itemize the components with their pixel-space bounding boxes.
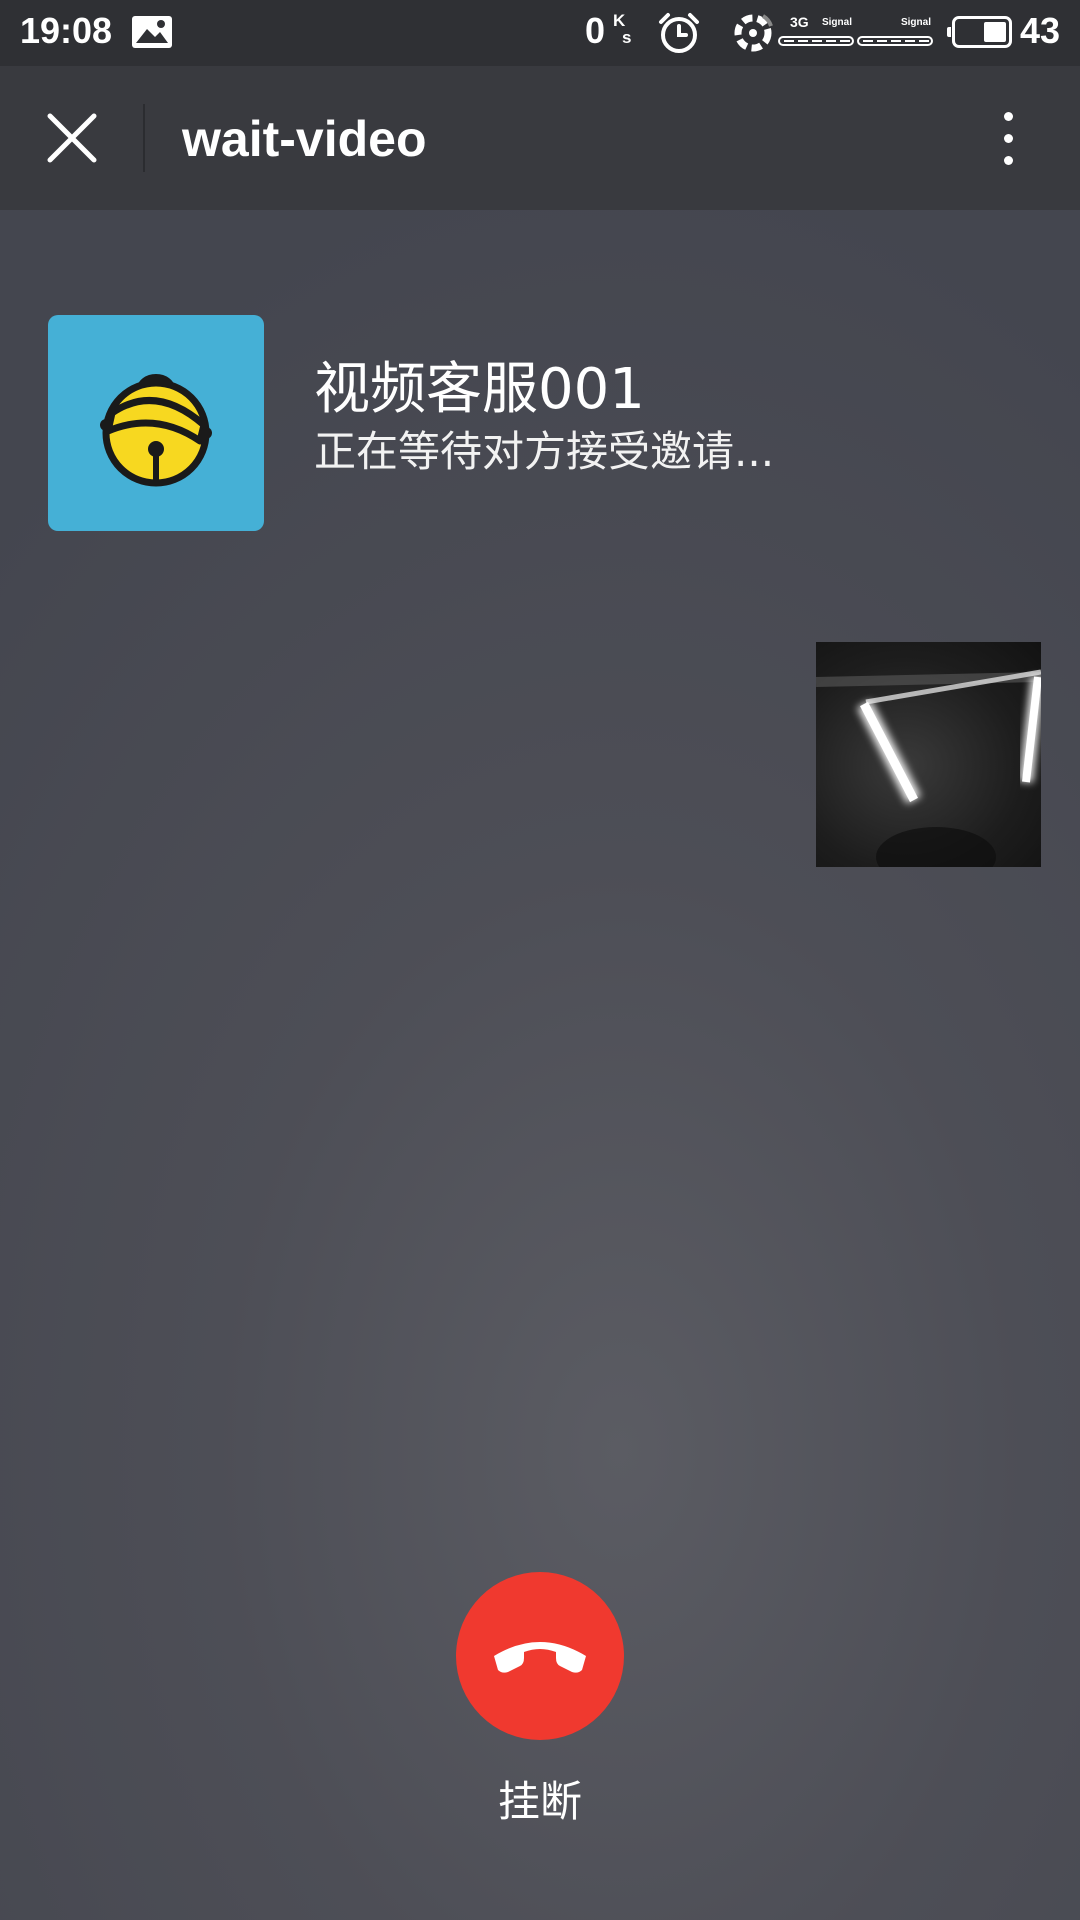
signal-icon-sim2: Signal [857,12,933,46]
status-time: 19:08 [20,10,113,51]
caller-avatar [48,315,264,531]
video-call-screen: 19:08 0 K s 3G Signal Signal 43 wait-vid… [0,0,1080,1920]
page-title: wait-video [182,111,427,167]
wifi-icon [733,13,773,53]
close-button[interactable] [36,96,108,180]
title-divider [143,104,145,172]
local-video-preview[interactable] [816,642,1041,867]
battery-level: 43 [1020,10,1061,51]
net-speed-value: 0 [585,10,606,51]
call-status-text: 正在等待对方接受邀请... [314,427,775,476]
caller-name: 视频客服001 [314,357,645,422]
bell-icon [100,374,212,487]
title-bar: wait-video [0,66,1080,210]
more-options-button[interactable] [984,102,1032,174]
gallery-icon [131,15,173,49]
close-icon [47,113,97,163]
camera-feed-image [816,669,1041,867]
hangup-label: 挂断 [497,1777,582,1826]
net-speed-unit: K s [613,11,632,47]
alarm-icon [657,11,701,55]
signal-icon-sim1: 3G Signal [778,12,854,46]
battery-icon [947,16,1012,48]
phone-hangup-icon [494,1642,586,1673]
status-bar: 19:08 0 K s 3G Signal Signal 43 [0,0,1080,66]
hangup-button[interactable] [456,1572,624,1740]
